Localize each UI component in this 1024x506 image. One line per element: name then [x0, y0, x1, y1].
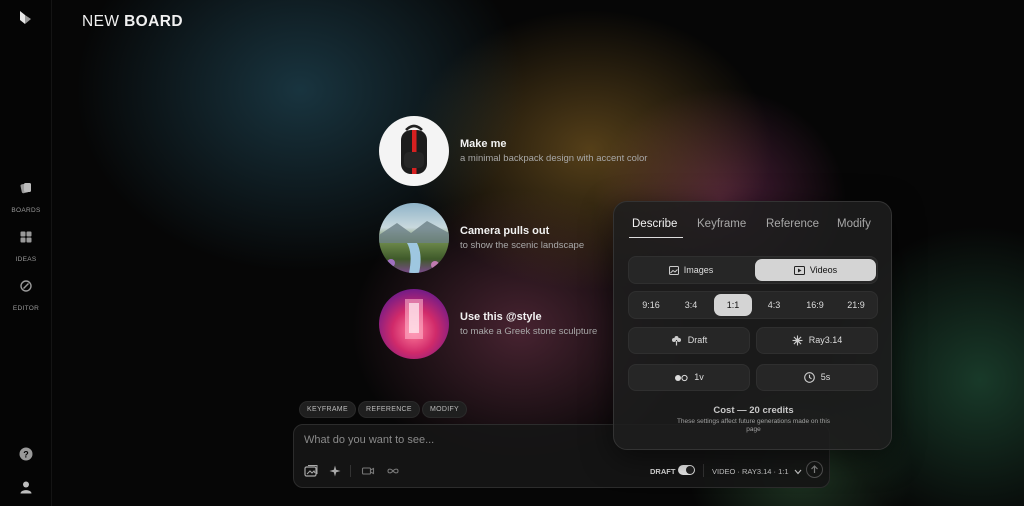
tab-modify[interactable]: Modify — [837, 218, 871, 230]
ratio-21-9[interactable]: 21:9 — [837, 294, 875, 316]
chip-reference[interactable]: REFERENCE — [358, 401, 420, 418]
svg-text:?: ? — [23, 450, 29, 460]
sidebar-item-ideas[interactable]: IDEAS — [0, 230, 52, 266]
page-title: NEW BOARD — [82, 13, 183, 31]
ideas-icon — [20, 231, 32, 243]
flower-icon — [671, 336, 681, 346]
style-thumbnail — [379, 289, 449, 359]
suggestion-subtitle: to show the scenic landscape — [460, 240, 585, 251]
suggestion-subtitle: to make a Greek stone sculpture — [460, 326, 598, 337]
media-videos-button[interactable]: Videos — [755, 259, 876, 281]
send-button[interactable] — [806, 461, 823, 478]
tab-describe[interactable]: Describe — [632, 218, 677, 230]
quality-label: Draft — [687, 335, 708, 345]
title-prefix: NEW — [82, 13, 120, 30]
sidebar-item-boards[interactable]: BOARDS — [0, 181, 52, 217]
sidebar-item-label: BOARDS — [11, 207, 41, 214]
media-images-label: Images — [683, 265, 714, 275]
model-selector[interactable]: VIDEO · RAY3.14 · 1:1 — [712, 467, 802, 476]
active-tab-indicator — [629, 237, 683, 238]
variations-icon — [675, 374, 688, 381]
cost-label: Cost — 20 credits — [713, 405, 794, 416]
model-button[interactable]: Ray3.14 — [756, 327, 878, 354]
cost-note: These settings affect future generations… — [676, 418, 831, 433]
backpack-thumbnail — [379, 116, 449, 186]
ray-burst-icon — [792, 335, 803, 346]
suggestion-title: Make me — [460, 138, 507, 150]
model-selector-label: VIDEO · RAY3.14 · 1:1 — [712, 467, 789, 476]
loop-icon[interactable] — [386, 464, 400, 478]
title-bold: BOARD — [124, 13, 183, 30]
chevron-down-icon — [794, 469, 802, 475]
help-button[interactable]: ? — [0, 447, 52, 466]
media-images-button[interactable]: Images — [632, 259, 750, 281]
media-type-selector: Images Videos — [628, 256, 878, 284]
sidebar-item-editor[interactable]: EDITOR — [0, 279, 52, 315]
quality-button[interactable]: Draft — [628, 327, 750, 354]
suggestion-subtitle: a minimal backpack design with accent co… — [460, 153, 648, 164]
arrow-up-icon — [811, 465, 818, 473]
prompt-input[interactable] — [304, 434, 604, 446]
ratio-1-1[interactable]: 1:1 — [714, 294, 752, 316]
suggestion-item[interactable]: Make me a minimal backpack design with a… — [379, 116, 699, 186]
ratio-3-4[interactable]: 3:4 — [673, 294, 709, 316]
play-icon — [793, 266, 805, 276]
ratio-4-3[interactable]: 4:3 — [756, 294, 792, 316]
landscape-thumbnail — [379, 203, 449, 273]
suggestion-title: Camera pulls out — [460, 225, 550, 237]
tab-reference[interactable]: Reference — [766, 218, 819, 230]
help-icon: ? — [19, 447, 33, 461]
sparkle-icon[interactable] — [328, 464, 342, 478]
draft-toggle[interactable] — [678, 465, 695, 475]
ratio-16-9[interactable]: 16:9 — [796, 294, 834, 316]
logo-icon[interactable] — [17, 10, 33, 26]
profile-button[interactable] — [0, 480, 52, 499]
sidebar-item-label: IDEAS — [15, 256, 37, 263]
image-icon — [668, 266, 679, 276]
duration-button[interactable]: 5s — [756, 364, 878, 391]
aspect-ratio-selector: 9:16 3:4 1:1 4:3 16:9 21:9 — [628, 291, 878, 319]
duration-label: 5s — [820, 372, 831, 382]
ratio-9-16[interactable]: 9:16 — [633, 294, 669, 316]
model-label: Ray3.14 — [808, 335, 843, 345]
video-camera-icon[interactable] — [361, 464, 375, 478]
clock-icon — [803, 372, 815, 383]
chip-modify[interactable]: MODIFY — [422, 401, 468, 418]
settings-panel: Describe Keyframe Reference Modify Image… — [613, 201, 892, 450]
sidebar-item-label: EDITOR — [12, 305, 40, 312]
variations-label: 1v — [694, 372, 704, 382]
editor-icon — [20, 280, 32, 292]
variations-button[interactable]: 1v — [628, 364, 750, 391]
divider — [703, 464, 704, 477]
profile-icon — [20, 481, 32, 494]
suggestion-title: Use this @style — [460, 311, 542, 323]
sidebar: BOARDS IDEAS EDITOR ? — [0, 0, 52, 506]
image-upload-icon[interactable] — [304, 464, 318, 478]
divider — [350, 465, 351, 477]
draft-label: DRAFT — [650, 467, 676, 476]
chip-keyframe[interactable]: KEYFRAME — [299, 401, 356, 418]
tab-keyframe[interactable]: Keyframe — [697, 218, 746, 230]
media-videos-label: Videos — [809, 265, 838, 275]
boards-icon — [20, 183, 31, 194]
